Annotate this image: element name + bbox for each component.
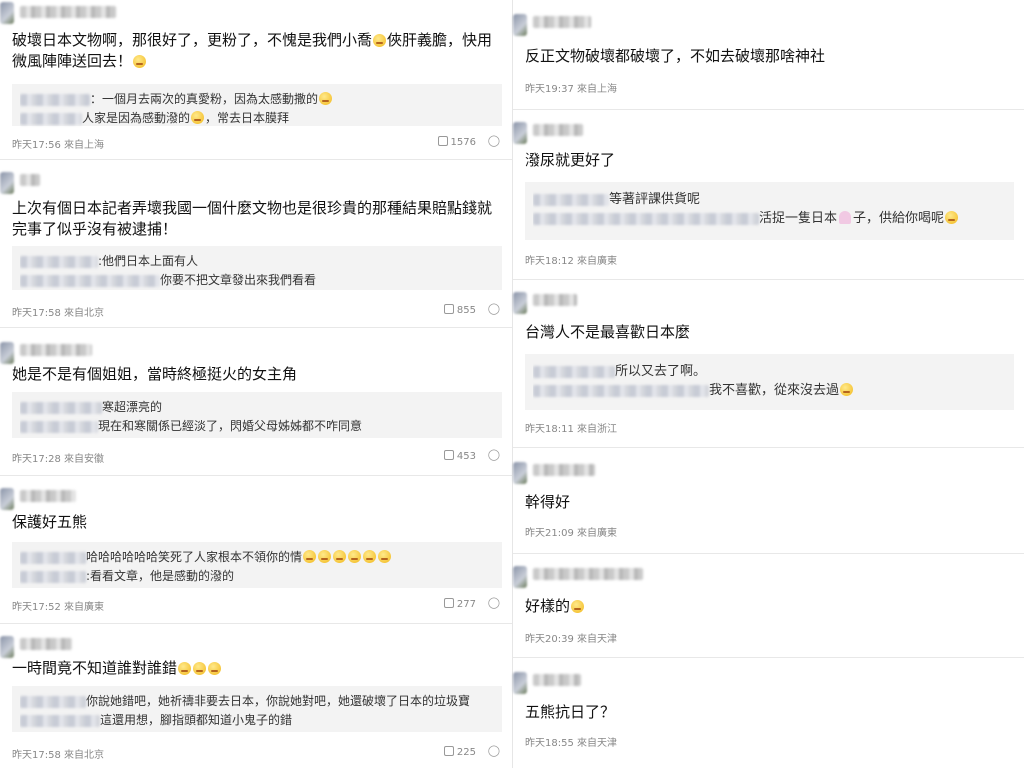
comment-card: 保護好五熊 哈哈哈哈哈哈笑死了人家根本不領你的情 :看看文章，他是感動的潑的 昨…: [0, 476, 512, 624]
like-count[interactable]: 1576: [437, 136, 476, 148]
comment-text: 幹得好: [525, 493, 571, 511]
username-blurred[interactable]: [20, 344, 92, 356]
avatar[interactable]: [513, 462, 527, 484]
comment-text: 五熊抗日了？: [525, 703, 616, 721]
quoted-reply: 你說她錯吧，她祈禱非要去日本，你說她對吧，她還破壞了日本的垃圾寶 這還用想，腳指…: [12, 686, 502, 732]
reply-bubble-icon[interactable]: ◯: [488, 302, 500, 315]
comment-card: 台灣人不是最喜歡日本麼 所以又去了啊。 我不喜歡，從來沒去過 昨天18:11 來…: [513, 280, 1024, 448]
comment-text: 潑尿就更好了: [525, 151, 616, 169]
avatar[interactable]: [513, 122, 527, 144]
emoji-face-icon: [348, 550, 362, 563]
username-blurred[interactable]: [20, 174, 40, 186]
quoted-reply: 等著評課供貨呢 活捉一隻日本 子，供給你喝呢: [525, 182, 1014, 240]
username-blurred[interactable]: [20, 638, 72, 650]
emoji-face-icon: [319, 92, 333, 105]
like-count[interactable]: 453: [443, 450, 476, 462]
comment-meta: 昨天20:39 來自天津: [525, 634, 617, 645]
emoji-face-icon: [208, 662, 222, 675]
emoji-face-icon: [318, 550, 332, 563]
comment-text: 好樣的: [525, 596, 1012, 617]
username-blurred[interactable]: [533, 464, 595, 476]
thumb-up-icon: [443, 304, 454, 314]
comment-meta: 昨天19:37 來自上海: [525, 84, 617, 95]
avatar[interactable]: [513, 292, 527, 314]
emoji-face-icon: [133, 55, 147, 68]
comment-card: 破壞日本文物啊，那很好了，更粉了，不愧是我們小喬 俠肝義膽，快用微風陣陣送回去！ …: [0, 0, 512, 160]
avatar[interactable]: [0, 2, 14, 24]
comment-meta: 昨天17:52 來自廣東: [12, 602, 104, 613]
comment-meta: 昨天18:11 來自浙江: [525, 424, 617, 435]
avatar[interactable]: [513, 672, 527, 694]
comment-column-right: 反正文物破壞都破壞了，不如去破壞那啥神社 昨天19:37 來自上海 潑尿就更好了…: [512, 0, 1024, 768]
emoji-face-icon: [571, 600, 585, 613]
comment-card: 潑尿就更好了 等著評課供貨呢 活捉一隻日本 子，供給你喝呢 昨天18:12 來自廣…: [513, 110, 1024, 280]
reply-bubble-icon[interactable]: ◯: [488, 448, 500, 461]
comment-card: 一時間竟不知道誰對誰錯 你說她錯吧，她祈禱非要去日本，你說她對吧，她還破壞了日本…: [0, 624, 512, 768]
avatar[interactable]: [0, 488, 14, 510]
comment-text: 上次有個日本記者弄壞我國一個什麼文物也是很珍貴的那種結果賠點錢就完事了似乎沒有被…: [12, 199, 493, 238]
comment-meta: 昨天17:28 來自安徽: [12, 454, 104, 465]
comment-card: 反正文物破壞都破壞了，不如去破壞那啥神社 昨天19:37 來自上海: [513, 0, 1024, 110]
quoted-reply: 寒超漂亮的 現在和寒關係已經淡了，閃婚父母姊姊都不咋同意: [12, 392, 502, 438]
thumb-up-icon: [443, 598, 454, 608]
quoted-reply: 哈哈哈哈哈哈笑死了人家根本不領你的情 :看看文章，他是感動的潑的: [12, 542, 502, 588]
comment-text: 保護好五熊: [12, 513, 88, 531]
username-blurred[interactable]: [533, 294, 577, 306]
comment-card: 她是不是有個姐姐，當時終極挺火的女主角 寒超漂亮的 現在和寒關係已經淡了，閃婚父…: [0, 328, 512, 476]
emoji-face-icon: [945, 211, 959, 224]
comment-meta: 昨天17:58 來自北京: [12, 750, 104, 761]
avatar[interactable]: [513, 14, 527, 36]
comment-meta: 昨天17:58 來自北京: [12, 308, 104, 319]
comment-meta: 昨天18:12 來自廣東: [525, 256, 617, 267]
comment-text: 反正文物破壞都破壞了，不如去破壞那啥神社: [525, 47, 826, 65]
username-blurred[interactable]: [20, 6, 116, 18]
like-count[interactable]: 855: [443, 304, 476, 316]
emoji-face-icon: [178, 662, 192, 675]
emoji-face-icon: [191, 111, 205, 124]
comment-column-left: 破壞日本文物啊，那很好了，更粉了，不愧是我們小喬 俠肝義膽，快用微風陣陣送回去！ …: [0, 0, 512, 768]
comment-card: 幹得好 昨天21:09 來自廣東: [513, 448, 1024, 554]
avatar[interactable]: [0, 636, 14, 658]
emoji-face-icon: [840, 383, 854, 396]
username-blurred[interactable]: [533, 124, 583, 136]
comment-meta: 昨天17:56 來自上海: [12, 140, 104, 151]
comment-text: 破壞日本文物啊，那很好了，更粉了，不愧是我們小喬 俠肝義膽，快用微風陣陣送回去！: [12, 31, 493, 70]
username-blurred[interactable]: [533, 568, 643, 580]
emoji-face-icon: [333, 550, 347, 563]
username-blurred[interactable]: [20, 490, 76, 502]
comment-meta: 昨天21:09 來自廣東: [525, 528, 617, 539]
avatar[interactable]: [0, 342, 14, 364]
emoji-face-icon: [378, 550, 392, 563]
emoji-face-icon: [303, 550, 317, 563]
emoji-face-icon: [363, 550, 377, 563]
comment-card: 好樣的 昨天20:39 來自天津: [513, 554, 1024, 658]
quoted-reply: ：一個月去兩次的真愛粉，因為太感動撒的 人家是因為感動潑的 ，常去日本膜拜: [12, 84, 502, 126]
reply-bubble-icon[interactable]: ◯: [488, 596, 500, 609]
comment-text: 一時間竟不知道誰對誰錯: [12, 658, 500, 679]
avatar[interactable]: [0, 172, 14, 194]
reply-bubble-icon[interactable]: ◯: [488, 134, 500, 147]
emoji-face-icon: [373, 34, 387, 47]
thumb-up-icon: [443, 746, 454, 756]
username-blurred[interactable]: [533, 674, 581, 686]
quoted-reply: :他們日本上面有人 你要不把文章發出來我們看看: [12, 246, 502, 290]
comment-meta: 昨天18:55 來自天津: [525, 738, 617, 749]
quoted-reply: 所以又去了啊。 我不喜歡，從來沒去過: [525, 354, 1014, 410]
thumb-up-icon: [437, 136, 448, 146]
reply-bubble-icon[interactable]: ◯: [488, 744, 500, 757]
comment-card: 五熊抗日了？ 昨天18:55 來自天津: [513, 658, 1024, 768]
avatar[interactable]: [513, 566, 527, 588]
like-count[interactable]: 225: [443, 746, 476, 758]
thumb-up-icon: [443, 450, 454, 460]
comment-text: 她是不是有個姐姐，當時終極挺火的女主角: [12, 365, 298, 383]
like-count[interactable]: 277: [443, 598, 476, 610]
comment-text: 台灣人不是最喜歡日本麼: [525, 323, 691, 341]
emoji-face-icon: [193, 662, 207, 675]
ghost-emoji-icon: [839, 211, 852, 224]
comment-card: 上次有個日本記者弄壞我國一個什麼文物也是很珍貴的那種結果賠點錢就完事了似乎沒有被…: [0, 160, 512, 328]
username-blurred[interactable]: [533, 16, 591, 28]
